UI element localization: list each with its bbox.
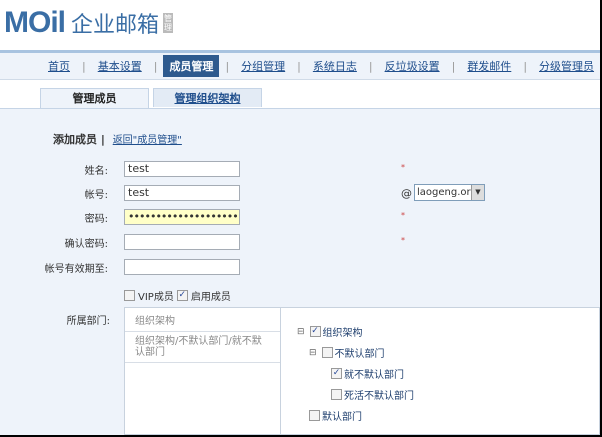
logo-product: 企业邮箱 bbox=[71, 13, 160, 38]
password-label: 密码: bbox=[84, 213, 108, 225]
at-sign: @ bbox=[401, 187, 412, 200]
selected-dept-item[interactable]: 组织架构 bbox=[125, 308, 280, 332]
vip-label: VIP成员 bbox=[138, 292, 174, 303]
confirm-password-label: 确认密码: bbox=[64, 238, 108, 250]
enable-checkbox[interactable]: ✓ bbox=[176, 290, 188, 301]
required-mark: * bbox=[401, 163, 405, 172]
tree-checkbox[interactable]: ✓ bbox=[309, 326, 321, 337]
tree-checkbox[interactable] bbox=[309, 410, 320, 421]
dept-selector: 组织架构 组织架构/不默认部门/就不默认部门 ⊟ ✓ 组织架构 ⊟ 不默认部门 ✓ 就不… bbox=[124, 307, 600, 435]
account-input[interactable]: test bbox=[124, 185, 240, 201]
name-label: 姓名: bbox=[84, 165, 108, 177]
required-mark: * bbox=[401, 211, 405, 220]
main-nav: 首页 | 基本设置 | 成员管理 | 分组管理 | 系统日志 | 反垃圾设置 | 群发邮件 |… bbox=[0, 50, 600, 80]
required-mark: * bbox=[401, 236, 405, 245]
selected-dept-item[interactable]: 组织架构/不默认部门/就不默认部门 bbox=[125, 332, 280, 363]
expire-label: 帐号有效期至: bbox=[44, 263, 108, 275]
nav-groups[interactable]: 分组管理 bbox=[235, 56, 291, 76]
confirm-password-input[interactable] bbox=[124, 234, 240, 250]
nav-antispam[interactable]: 反垃圾设置 bbox=[379, 56, 446, 76]
tree-checkbox[interactable] bbox=[321, 347, 333, 358]
page-title: 添加成员 | 返回"成员管理" bbox=[53, 133, 182, 146]
enable-label: 启用成员 bbox=[190, 292, 231, 303]
collapse-icon[interactable]: ⊟ bbox=[309, 348, 317, 358]
tree-checkbox[interactable]: ✓ bbox=[331, 368, 342, 379]
password-input[interactable]: ••••••••••••••••••••• bbox=[124, 209, 240, 225]
selected-depts: 组织架构 组织架构/不默认部门/就不默认部门 bbox=[125, 308, 281, 434]
tab-manage-members[interactable]: 管理成员 bbox=[40, 88, 149, 109]
chevron-down-icon: ▼ bbox=[471, 185, 484, 200]
tree-checkbox[interactable] bbox=[331, 389, 342, 400]
domain-select[interactable]: laogeng.org ▼ bbox=[414, 184, 485, 201]
header: MOil 企业邮箱 管理 bbox=[0, 0, 600, 50]
content: 添加成员 | 返回"成员管理" 姓名: test * 帐号: test @ la… bbox=[0, 108, 600, 435]
vip-checkbox[interactable] bbox=[124, 290, 135, 301]
nav-basic-settings[interactable]: 基本设置 bbox=[92, 56, 148, 76]
logo-brand: MOil bbox=[4, 6, 66, 39]
tab-manage-org[interactable]: 管理组织架构 bbox=[153, 88, 262, 107]
dept-label: 所属部门: bbox=[66, 316, 110, 327]
expire-input[interactable] bbox=[124, 259, 240, 275]
account-label: 帐号: bbox=[84, 189, 108, 201]
dept-tree: ⊟ ✓ 组织架构 ⊟ 不默认部门 ✓ 就不默认部门 死活不默认部门 默认部门 bbox=[297, 326, 414, 423]
nav-sub-admins[interactable]: 分级管理员 bbox=[533, 56, 600, 76]
nav-system-log[interactable]: 系统日志 bbox=[307, 56, 363, 76]
logo: MOil 企业邮箱 管理 bbox=[4, 6, 174, 40]
nav-bulk-mail[interactable]: 群发邮件 bbox=[461, 56, 517, 76]
logo-badge: 管理 bbox=[163, 13, 174, 33]
name-input[interactable]: test bbox=[124, 161, 240, 177]
collapse-icon[interactable]: ⊟ bbox=[297, 327, 305, 337]
nav-home[interactable]: 首页 bbox=[42, 56, 76, 76]
back-link[interactable]: 返回"成员管理" bbox=[113, 135, 182, 146]
nav-members[interactable]: 成员管理 bbox=[163, 55, 220, 77]
